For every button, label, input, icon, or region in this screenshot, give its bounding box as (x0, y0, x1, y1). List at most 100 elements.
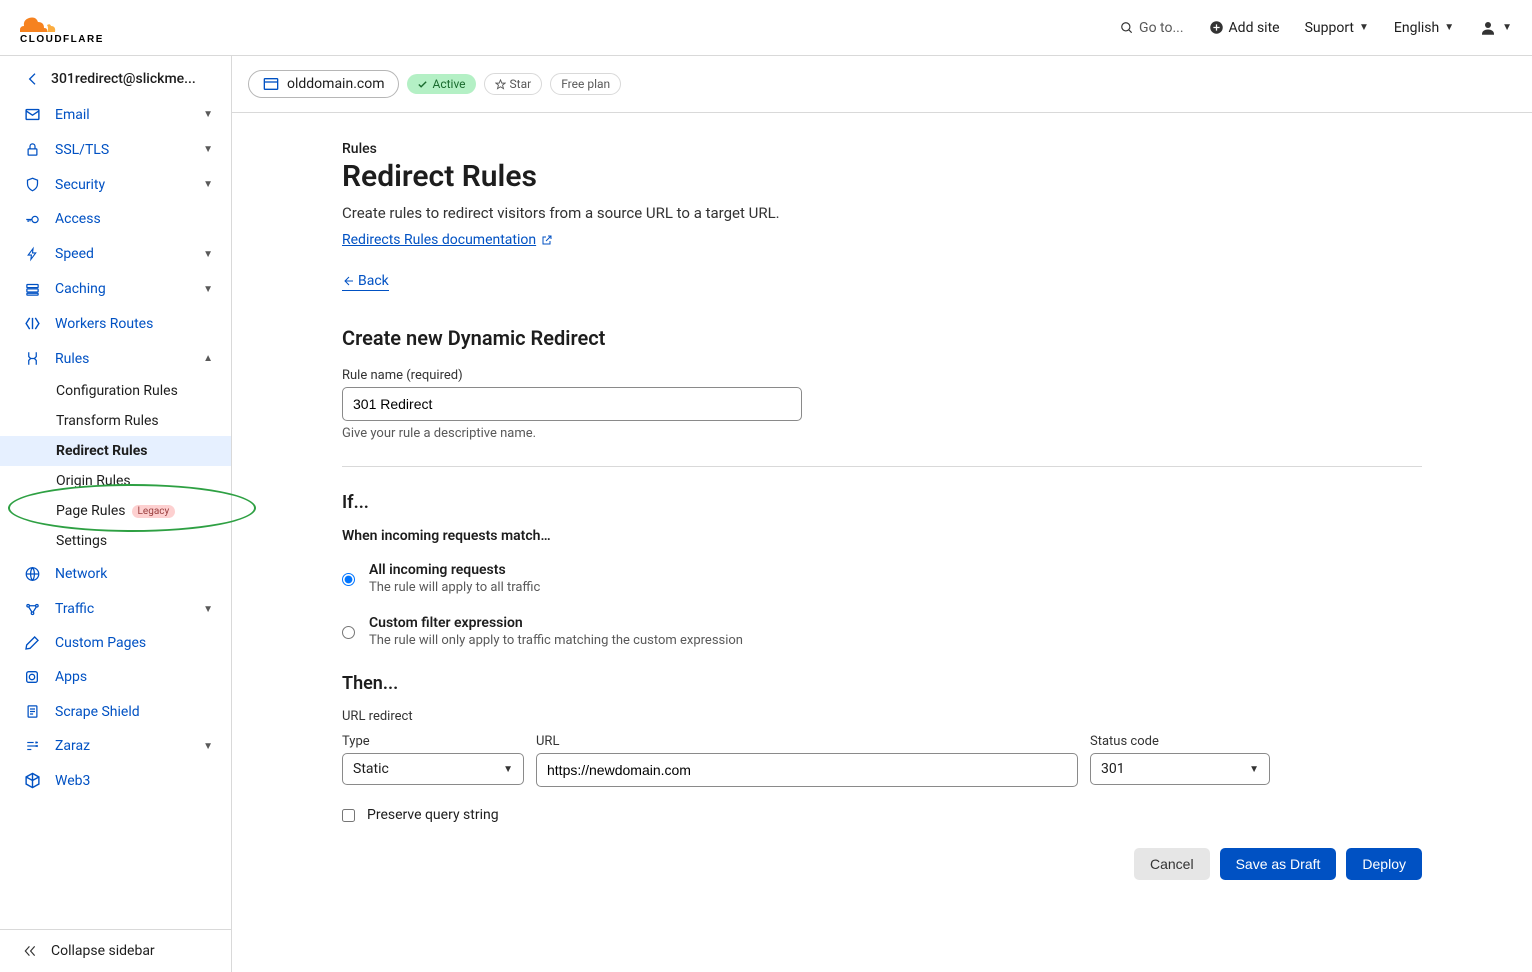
chevron-icon: ▼ (203, 109, 213, 120)
url-label: URL (536, 734, 1078, 749)
logo[interactable]: CLOUDFLARE (20, 10, 130, 46)
sidebar-subitem-configuration-rules[interactable]: Configuration Rules (56, 376, 231, 406)
chevron-icon: ▼ (203, 604, 213, 615)
chevron-icon: ▼ (203, 179, 213, 190)
type-select[interactable]: Static▼ (342, 753, 524, 785)
preserve-qs-label: Preserve query string (367, 807, 499, 823)
nav-icon (23, 602, 41, 617)
sidebar-subitem-redirect-rules[interactable]: Redirect Rules (0, 436, 231, 466)
rule-name-input[interactable] (342, 387, 802, 421)
code-label: Status code (1090, 734, 1270, 749)
plus-circle-icon (1209, 20, 1224, 35)
doc-link[interactable]: Redirects Rules documentation (342, 232, 553, 248)
sidebar-item-zaraz[interactable]: Zaraz▼ (0, 729, 231, 763)
page-title: Redirect Rules (342, 159, 1422, 194)
browser-icon (263, 77, 279, 91)
chevron-icon: ▼ (203, 284, 213, 295)
add-site-button[interactable]: Add site (1209, 20, 1280, 36)
section-title: Create new Dynamic Redirect (342, 326, 1422, 350)
check-icon (417, 79, 428, 90)
search-goto[interactable]: Go to... (1120, 20, 1184, 36)
support-menu[interactable]: Support ▼ (1305, 20, 1369, 36)
user-icon (1479, 19, 1497, 37)
radio-all-requests[interactable] (342, 564, 355, 595)
breadcrumb: Rules (342, 141, 1422, 157)
domain-pill[interactable]: olddomain.com (248, 70, 399, 98)
url-input[interactable] (536, 753, 1078, 787)
star-button[interactable]: Star (484, 73, 543, 95)
radio-custom-desc: The rule will only apply to traffic matc… (369, 633, 743, 648)
sidebar-subitem-page-rules[interactable]: Page RulesLegacy (56, 496, 231, 526)
nav-icon (23, 212, 41, 227)
url-redirect-label: URL redirect (342, 709, 1422, 724)
sidebar-item-speed[interactable]: Speed▼ (0, 236, 231, 272)
nav-icon (23, 772, 41, 789)
status-pill: Active (407, 74, 475, 94)
sidebar-item-web3[interactable]: Web3 (0, 763, 231, 798)
nav-icon (23, 739, 41, 753)
save-draft-button[interactable]: Save as Draft (1220, 848, 1337, 880)
sidebar-item-email[interactable]: Email▼ (0, 97, 231, 132)
star-icon (495, 79, 506, 90)
sidebar-item-workers-routes[interactable]: Workers Routes (0, 306, 231, 341)
chevron-icon: ▼ (203, 249, 213, 260)
nav-icon (23, 176, 41, 193)
sidebar-item-traffic[interactable]: Traffic▼ (0, 592, 231, 626)
rule-name-label: Rule name (required) (342, 368, 1422, 383)
nav-icon (23, 106, 41, 123)
preserve-qs-checkbox[interactable] (342, 809, 355, 822)
nav-icon (23, 669, 41, 685)
radio-custom-label: Custom filter expression (369, 615, 743, 631)
chevron-icon: ▼ (203, 741, 213, 752)
legacy-badge: Legacy (132, 505, 176, 518)
then-heading: Then... (342, 673, 1422, 694)
rule-name-hint: Give your rule a descriptive name. (342, 426, 1422, 441)
sidebar-item-custom-pages[interactable]: Custom Pages (0, 626, 231, 660)
if-heading: If... (342, 492, 1422, 513)
nav-icon (23, 350, 41, 367)
sidebar: 301redirect@slickme... Email▼SSL/TLS▼Sec… (0, 56, 232, 972)
external-link-icon (541, 234, 553, 246)
sidebar-subitem-origin-rules[interactable]: Origin Rules (56, 466, 231, 496)
sidebar-item-caching[interactable]: Caching▼ (0, 272, 231, 306)
main-area: olddomain.com Active Star Free plan Rule… (232, 56, 1532, 972)
collapse-sidebar[interactable]: Collapse sidebar (0, 929, 231, 972)
back-arrow-icon (25, 71, 41, 87)
nav-icon (23, 703, 41, 720)
sidebar-subitem-settings[interactable]: Settings (56, 526, 231, 556)
back-link[interactable]: Back (342, 273, 389, 291)
language-menu[interactable]: English ▼ (1394, 20, 1454, 36)
sidebar-item-security[interactable]: Security▼ (0, 167, 231, 202)
sidebar-item-scrape-shield[interactable]: Scrape Shield (0, 694, 231, 729)
deploy-button[interactable]: Deploy (1346, 848, 1422, 880)
sidebar-item-rules[interactable]: Rules▲ (0, 341, 231, 376)
search-icon (1120, 21, 1134, 35)
page-desc: Create rules to redirect visitors from a… (342, 204, 1422, 222)
svg-text:CLOUDFLARE: CLOUDFLARE (20, 34, 104, 45)
sidebar-item-ssl-tls[interactable]: SSL/TLS▼ (0, 132, 231, 167)
if-subhead: When incoming requests match… (342, 528, 1422, 544)
user-menu[interactable]: ▼ (1479, 19, 1512, 37)
nav-icon (23, 141, 41, 158)
domain-bar: olddomain.com Active Star Free plan (232, 56, 1532, 113)
sidebar-item-apps[interactable]: Apps (0, 660, 231, 694)
chevron-icon: ▲ (203, 353, 213, 364)
nav-icon (23, 635, 41, 651)
nav-icon (23, 565, 41, 583)
collapse-icon (23, 944, 37, 958)
cancel-button[interactable]: Cancel (1134, 848, 1210, 880)
sidebar-item-access[interactable]: Access (0, 202, 231, 236)
radio-custom-filter[interactable] (342, 617, 355, 648)
sidebar-item-network[interactable]: Network (0, 556, 231, 592)
status-code-select[interactable]: 301▼ (1090, 753, 1270, 785)
sidebar-subitem-transform-rules[interactable]: Transform Rules (56, 406, 231, 436)
chevron-icon: ▼ (203, 144, 213, 155)
radio-all-desc: The rule will apply to all traffic (369, 580, 540, 595)
plan-pill[interactable]: Free plan (550, 73, 621, 95)
arrow-left-icon (342, 275, 354, 287)
account-switcher[interactable]: 301redirect@slickme... (0, 56, 231, 97)
nav-icon (23, 315, 41, 332)
top-header: CLOUDFLARE Go to... Add site Support ▼ E… (0, 0, 1532, 56)
nav-icon (23, 282, 41, 297)
radio-all-label: All incoming requests (369, 562, 540, 578)
